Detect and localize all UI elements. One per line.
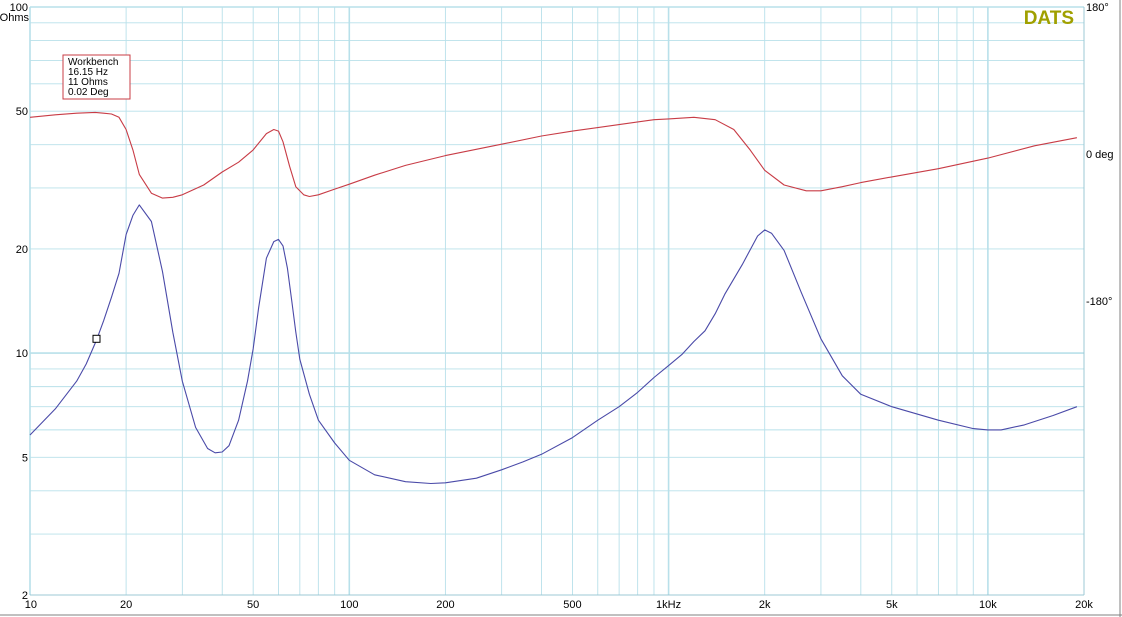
left-axis-tick-label: 10 xyxy=(16,348,28,360)
cursor-marker[interactable] xyxy=(92,334,101,343)
x-axis-tick-label: 100 xyxy=(340,599,358,611)
x-axis-tick-label: 1kHz xyxy=(656,599,681,611)
right-axis-tick-label: 0 deg xyxy=(1086,149,1114,161)
left-axis-unit-label: Ohms xyxy=(0,12,29,24)
x-axis-tick-label: 20 xyxy=(120,599,132,611)
x-axis-tick-label: 5k xyxy=(886,599,898,611)
x-axis-tick-label: 50 xyxy=(247,599,259,611)
left-axis-tick-label: 20 xyxy=(16,244,28,256)
right-axis-tick-label: 180° xyxy=(1086,2,1109,14)
right-axis-tick-label: -180° xyxy=(1086,296,1112,308)
impedance-phase-chart: 100 Ohms 50201052 180°0 deg-180° 10 20 50 1… xyxy=(0,0,1122,617)
tooltip-phase: 0.02 Deg xyxy=(68,87,109,98)
left-axis-tick-label: 50 xyxy=(16,106,28,118)
x-axis-tick-label: 200 xyxy=(436,599,454,611)
x-axis-tick-label: 500 xyxy=(563,599,581,611)
x-axis-tick-label: 2k xyxy=(759,599,771,611)
brand-logo: DATS xyxy=(1024,8,1074,29)
x-axis-tick-label: 20k xyxy=(1075,599,1093,611)
left-axis-tick-label: 5 xyxy=(22,452,28,464)
x-axis-tick-label: 10 xyxy=(25,599,37,611)
x-axis-tick-label: 10k xyxy=(979,599,997,611)
cursor-tooltip: Workbench 16.15 Hz 11 Ohms 0.02 Deg xyxy=(62,54,131,100)
